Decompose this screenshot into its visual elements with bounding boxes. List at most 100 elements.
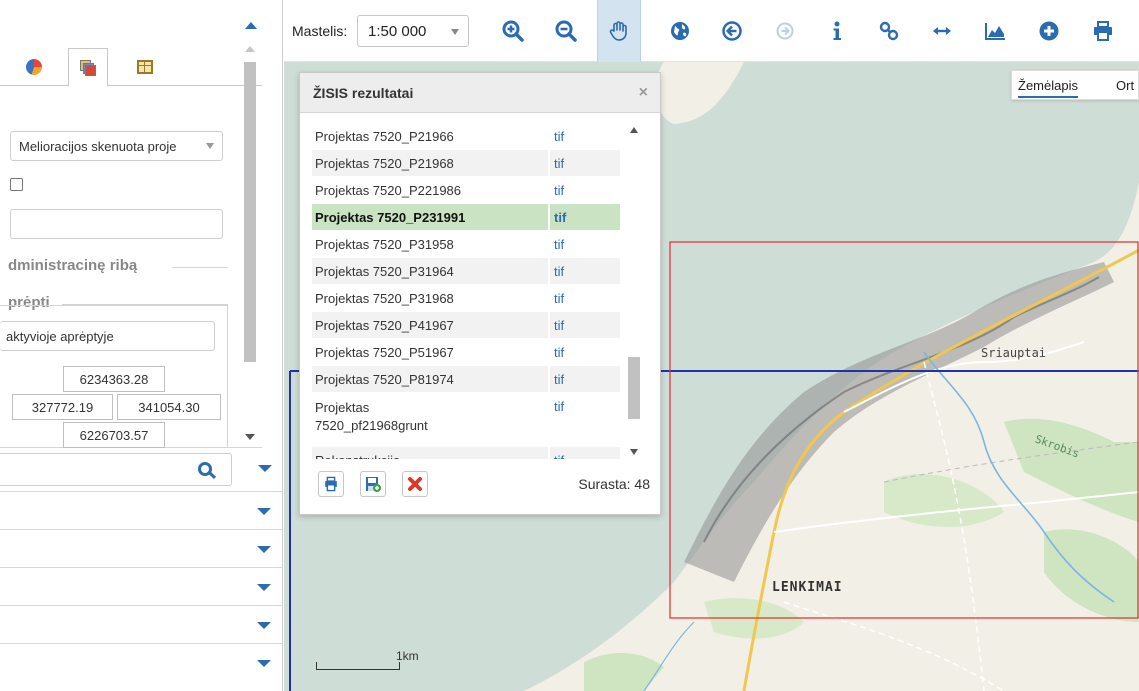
map-type-option-map[interactable]: Žemėlapis xyxy=(1018,78,1078,98)
identify-button[interactable] xyxy=(815,0,859,62)
table-row[interactable]: Projektas 7520_P31958 tif xyxy=(312,231,620,258)
map-toolbar: Mastelis: 1:50 000 xyxy=(284,0,1139,62)
left-panel-scrollbar[interactable] xyxy=(242,2,258,446)
result-name: Projektas 7520_P231991 xyxy=(315,209,466,225)
table-icon xyxy=(137,60,153,74)
zoom-out-icon xyxy=(555,20,577,42)
table-row[interactable]: Projektas 7520_P51967 tif xyxy=(312,339,620,366)
full-extent-button[interactable] xyxy=(658,0,702,62)
extent-select[interactable]: aktyvioje aprėptyje xyxy=(0,321,215,351)
accordion-item[interactable] xyxy=(0,643,282,681)
chevron-down-icon xyxy=(206,143,214,149)
result-file-link[interactable]: tif xyxy=(548,258,620,284)
result-file-link[interactable]: tif xyxy=(548,285,620,311)
scale-bar xyxy=(316,662,400,670)
result-name: Projektas 7520_P21968 xyxy=(315,155,454,171)
next-extent-button[interactable] xyxy=(763,0,807,62)
print-button[interactable] xyxy=(1081,0,1125,62)
coord-east[interactable]: 341054.30 xyxy=(117,394,221,420)
add-icon xyxy=(1039,21,1059,41)
chevron-down-icon xyxy=(257,584,271,591)
scroll-up-icon[interactable] xyxy=(630,127,638,133)
export-results-button[interactable] xyxy=(360,471,386,497)
pie-chart-icon xyxy=(26,59,42,75)
scale-select-value: 1:50 000 xyxy=(368,23,427,40)
admin-boundary-title: dministracinę ribą xyxy=(8,257,138,274)
result-file-link[interactable]: tif xyxy=(548,339,620,365)
close-icon[interactable]: × xyxy=(639,84,648,102)
measure-button[interactable] xyxy=(920,0,964,62)
result-file-link[interactable]: tif xyxy=(548,231,620,257)
result-name: Rekonstrukcija xyxy=(312,453,548,460)
table-row[interactable]: Projektas 7520_P31964 tif xyxy=(312,258,620,285)
print-results-button[interactable] xyxy=(318,471,344,497)
table-row[interactable]: Projektas 7520_P41967 tif xyxy=(312,312,620,339)
table-row[interactable]: Rekonstrukcijatif xyxy=(312,447,620,459)
coord-north[interactable]: 6234363.28 xyxy=(63,366,165,392)
result-name: Projektas 7520_P31958 xyxy=(315,236,454,252)
chevron-down-icon[interactable] xyxy=(258,465,272,472)
results-scrollbar[interactable] xyxy=(627,123,641,459)
result-file-link[interactable]: tif xyxy=(548,447,620,459)
add-button[interactable] xyxy=(1027,0,1071,62)
result-name: Projektas 7520_P221986 xyxy=(315,182,462,198)
search-input[interactable] xyxy=(0,453,232,486)
tab-statistics[interactable] xyxy=(14,48,54,86)
accordion-item[interactable] xyxy=(0,491,282,529)
accordion-item[interactable] xyxy=(0,529,282,567)
elevation-profile-icon xyxy=(985,23,1005,40)
chevron-down-icon xyxy=(257,546,271,553)
results-dialog-header[interactable]: ŽISIS rezultatai × xyxy=(300,73,660,113)
zoom-in-button[interactable] xyxy=(491,0,535,62)
table-row[interactable]: Projektas 7520_P231991 tif xyxy=(312,204,620,231)
scroll-down-icon[interactable] xyxy=(245,434,255,440)
pan-button[interactable] xyxy=(597,0,641,62)
divider xyxy=(172,267,228,268)
elevation-profile-button[interactable] xyxy=(973,0,1017,62)
result-name: Projektas 7520_P21966 xyxy=(315,128,454,144)
map-type-switch[interactable]: Žemėlapis Ort xyxy=(1011,70,1139,100)
print-icon xyxy=(1094,21,1112,41)
result-file-link[interactable]: tif xyxy=(548,150,620,176)
filter-input[interactable] xyxy=(10,209,223,239)
table-row[interactable]: Projektas 7520_P221986 tif xyxy=(312,177,620,204)
table-row[interactable]: Projektas 7520_P21966 tif xyxy=(312,123,620,150)
option-checkbox[interactable] xyxy=(10,178,23,191)
result-file-link[interactable]: tif xyxy=(548,177,620,203)
result-file-link[interactable]: tif xyxy=(548,204,620,230)
place-label: Sriauptai xyxy=(981,346,1047,360)
map-type-option-ortho[interactable]: Ort xyxy=(1116,78,1134,93)
result-file-link[interactable]: tif xyxy=(548,123,620,149)
result-name: Projektas 7520_pf21968grunt xyxy=(315,400,428,433)
clear-results-button[interactable] xyxy=(402,471,428,497)
search-parameters-panel: Melioracijos skenuota proje dministracin… xyxy=(0,0,262,448)
tab-table[interactable] xyxy=(125,48,165,86)
table-row[interactable]: Projektas 7520_P31968 tif xyxy=(312,285,620,312)
tab-layers[interactable] xyxy=(68,48,108,87)
zoom-out-button[interactable] xyxy=(544,0,588,62)
result-name: Projektas 7520_P51967 xyxy=(315,344,454,360)
scroll-up-icon[interactable] xyxy=(245,46,255,52)
search-icon[interactable] xyxy=(198,462,212,476)
scroll-thumb[interactable] xyxy=(244,62,256,362)
link-button[interactable] xyxy=(867,0,911,62)
coord-west[interactable]: 327772.19 xyxy=(12,394,113,420)
scroll-up-icon[interactable] xyxy=(245,22,257,29)
table-row[interactable]: Projektas 7520_P21968 tif xyxy=(312,150,620,177)
scroll-down-icon[interactable] xyxy=(630,449,638,455)
result-name: Projektas 7520_P31968 xyxy=(315,290,454,306)
layer-select[interactable]: Melioracijos skenuota proje xyxy=(10,131,223,161)
result-file-link[interactable]: tif xyxy=(548,312,620,338)
previous-extent-button[interactable] xyxy=(710,0,754,62)
table-row[interactable]: Projektas 7520_pf21968grunt tif xyxy=(312,393,620,447)
scale-select[interactable]: 1:50 000 xyxy=(357,15,469,47)
results-count: Surasta: 48 xyxy=(578,476,650,492)
scroll-thumb[interactable] xyxy=(628,357,640,419)
result-file-link[interactable]: tif xyxy=(548,366,620,392)
table-row[interactable]: Projektas 7520_P81974 tif xyxy=(312,366,620,393)
accordion-item[interactable] xyxy=(0,605,282,643)
result-file-link[interactable]: tif xyxy=(548,393,620,446)
accordion-item[interactable] xyxy=(0,567,282,605)
pan-hand-icon xyxy=(609,21,627,41)
coord-south[interactable]: 6226703.57 xyxy=(63,422,165,448)
